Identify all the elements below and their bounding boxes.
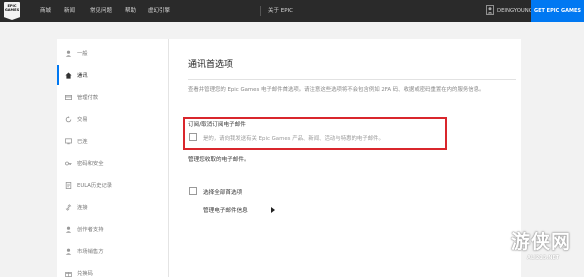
sidebar-item-label: 已连	[77, 139, 88, 145]
select-all-label[interactable]: 选择全部首选项	[203, 188, 242, 196]
nav-store[interactable]: 商城	[40, 6, 51, 16]
nav-unreal-engine[interactable]: 虚幻引擎	[148, 6, 170, 16]
sidebar-item-creator-support[interactable]: 创作者支持	[57, 218, 169, 240]
top-navigation-bar: EPIC GAMES 商城 新闻 常见问题 帮助 虚幻引擎 关于 EPIC DEI…	[0, 0, 584, 22]
refresh-icon	[65, 115, 72, 123]
sidebar-item-label: 密码和安全	[77, 161, 104, 167]
epic-games-logo[interactable]: EPIC GAMES	[4, 2, 20, 20]
link-icon	[65, 203, 72, 211]
sidebar-item-connected[interactable]: 已连	[57, 130, 169, 152]
caret-right-icon[interactable]	[271, 207, 275, 213]
card-icon	[65, 94, 72, 101]
watermark-logo: 游侠网 ALI213.NET	[497, 227, 581, 273]
nav-help[interactable]: 帮助	[125, 6, 136, 16]
nav-about-epic[interactable]: 关于 EPIC	[268, 6, 293, 16]
page-title: 通讯首选项	[188, 60, 234, 70]
sidebar-item-label: 通讯	[77, 73, 88, 79]
sidebar-item-label: EULA历史记录	[77, 183, 113, 189]
user-icon	[65, 248, 72, 255]
document-icon	[65, 181, 72, 189]
screen-icon	[65, 137, 72, 145]
sidebar-item-eula-history[interactable]: EULA历史记录	[57, 174, 169, 196]
subscribe-checkbox[interactable]	[189, 133, 197, 141]
subscribe-option-label[interactable]: 是的，请向我发送有关 Epic Games 产品、新闻、活动与特惠的电子邮件。	[203, 134, 384, 142]
watermark-text: 游侠网	[511, 231, 572, 253]
home-icon	[65, 72, 72, 79]
user-avatar-icon[interactable]	[486, 5, 494, 15]
sidebar-item-marketplace-seller[interactable]: 市场销售方	[57, 240, 169, 262]
sidebar-item-connections[interactable]: 连接	[57, 196, 169, 218]
get-epic-games-button[interactable]: GET EPIC GAMES	[531, 0, 584, 22]
sidebar-item-payments[interactable]: 管理付款	[57, 86, 169, 108]
sidebar-item-label: 一般	[77, 51, 88, 57]
sidebar-item-label: 连接	[77, 205, 88, 211]
page-description: 查看并管理您的 Epic Games 电子邮件首选项。请注意这些选项将不会包含例…	[188, 87, 485, 93]
nav-divider	[260, 6, 261, 16]
account-sidebar: 一般 通讯 管理付款 交易 已连 密码和安全 EULA历史记录 连接 创作者支持…	[57, 39, 169, 277]
key-icon	[65, 160, 72, 167]
sidebar-item-label: 兑换码	[77, 271, 93, 277]
gift-icon	[65, 270, 72, 277]
sidebar-item-label: 市场销售方	[77, 249, 104, 255]
sidebar-item-label: 交易	[77, 117, 88, 123]
user-icon	[65, 50, 72, 57]
sidebar-item-transactions[interactable]: 交易	[57, 108, 169, 130]
sidebar-item-communications[interactable]: 通讯	[57, 64, 169, 86]
nav-faq[interactable]: 常见问题	[90, 6, 112, 16]
subscribe-section-title: 订阅/取消订阅电子邮件	[188, 122, 246, 128]
title-divider	[188, 79, 516, 80]
sidebar-item-label: 管理付款	[77, 95, 99, 101]
manage-email-info-link[interactable]: 管理电子邮件信息	[203, 206, 248, 214]
sidebar-item-label: 创作者支持	[77, 227, 104, 233]
select-all-checkbox[interactable]	[189, 187, 197, 195]
manage-emails-text: 管理您收取的电子邮件。	[188, 157, 250, 163]
user-icon	[65, 226, 72, 233]
sidebar-item-redeem-code[interactable]: 兑换码	[57, 262, 169, 277]
sidebar-item-general[interactable]: 一般	[57, 42, 169, 64]
username[interactable]: DEINGYOUNG	[497, 6, 533, 16]
communications-panel: 通讯首选项 查看并管理您的 Epic Games 电子邮件首选项。请注意这些选项…	[169, 39, 521, 277]
sidebar-item-password-security[interactable]: 密码和安全	[57, 152, 169, 174]
nav-news[interactable]: 新闻	[64, 6, 75, 16]
watermark-subtext: ALI213.NET	[527, 255, 560, 261]
